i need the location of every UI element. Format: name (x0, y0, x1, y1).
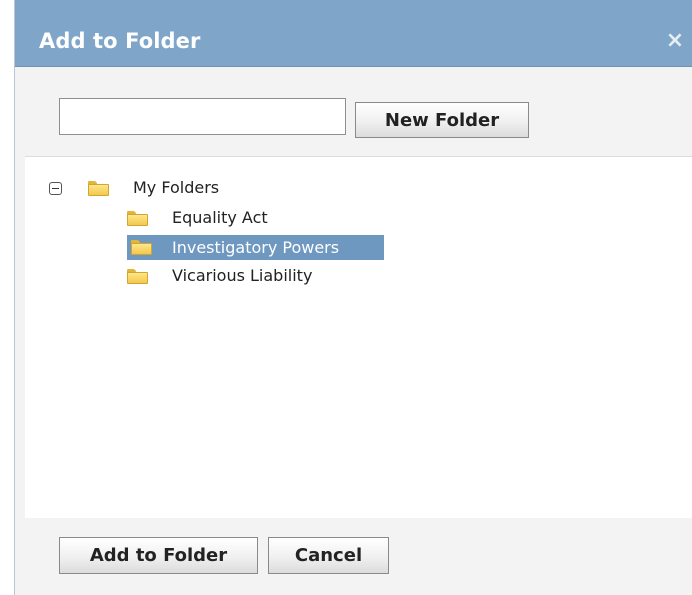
tree-node-vicarious-liability[interactable]: Vicarious Liability (127, 264, 312, 288)
tree-node-label: My Folders (133, 178, 220, 197)
add-to-folder-button[interactable]: Add to Folder (59, 537, 258, 574)
folder-icon (88, 180, 109, 196)
folder-icon (131, 240, 152, 255)
folder-tree: My Folders Equality Act Investigatory Po… (25, 156, 692, 518)
close-icon[interactable]: × (665, 28, 685, 54)
tree-node-equality-act[interactable]: Equality Act (127, 206, 268, 230)
add-to-folder-dialog: Add to Folder × New Folder My Folders Eq… (14, 0, 692, 595)
new-folder-button[interactable]: New Folder (355, 102, 529, 138)
tree-node-label: Equality Act (172, 208, 268, 227)
cancel-button[interactable]: Cancel (268, 537, 389, 574)
tree-node-investigatory-powers[interactable]: Investigatory Powers (127, 235, 384, 260)
folder-icon (127, 268, 148, 284)
folder-icon (127, 210, 148, 226)
tree-node-label: Vicarious Liability (172, 266, 313, 285)
tree-node-label: Investigatory Powers (172, 237, 340, 257)
tree-node-my-folders[interactable]: My Folders (49, 176, 219, 200)
collapse-toggle-icon[interactable] (49, 181, 62, 195)
folder-name-input[interactable] (59, 98, 346, 135)
dialog-title: Add to Folder (39, 29, 201, 53)
dialog-titlebar: Add to Folder × (15, 0, 692, 67)
